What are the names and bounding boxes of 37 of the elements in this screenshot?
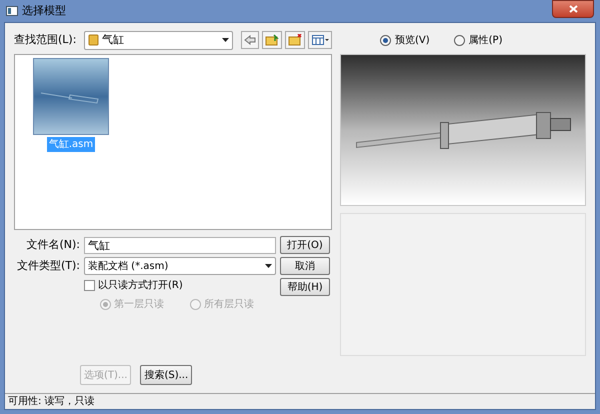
close-button[interactable] — [552, 0, 594, 18]
window-icon — [6, 5, 18, 17]
read-level-label: 第一层只读 — [114, 298, 164, 312]
look-in-dropdown[interactable]: 气缸 — [84, 30, 233, 50]
new-folder-button[interactable] — [285, 31, 305, 49]
checkbox[interactable] — [84, 280, 95, 291]
file-name-field[interactable]: 气缸 — [84, 236, 276, 254]
back-arrow-icon — [244, 35, 256, 45]
new-folder-icon — [288, 34, 302, 46]
folder-icon — [88, 34, 99, 46]
back-button[interactable] — [241, 31, 259, 49]
folder-up-icon — [265, 34, 279, 46]
search-button[interactable]: 搜索(S)... — [140, 365, 192, 385]
radio-button[interactable] — [454, 34, 465, 46]
status-bar-text: 可用性: 读写，只读 — [8, 394, 95, 409]
file-type-dropdown[interactable]: 装配文档 (*.asm) — [84, 257, 276, 275]
look-in-label: 查找范围(L): — [14, 32, 78, 48]
file-type-value: 装配文档 (*.asm) — [88, 260, 170, 274]
look-in-value: 气缸 — [102, 32, 125, 48]
view-option-label: 预览(V) — [395, 34, 430, 48]
file-type-label: 文件类型(T): — [16, 258, 80, 274]
open-button[interactable]: 打开(O) — [280, 236, 330, 254]
dropdown-arrow-icon — [222, 38, 229, 42]
radio-button[interactable] — [380, 34, 391, 46]
up-folder-button[interactable] — [262, 31, 282, 49]
file-name-label: 文件名(N): — [25, 236, 80, 253]
dropdown-arrow-icon — [265, 264, 272, 268]
close-icon — [568, 5, 578, 13]
read-level-label: 所有层只读 — [204, 298, 254, 312]
window-title: 选择模型 — [22, 2, 66, 19]
view-menu-button[interactable] — [308, 31, 332, 49]
view-list-icon — [312, 35, 328, 45]
view-option-label: 属性(P) — [468, 34, 502, 48]
cancel-button[interactable]: 取消 — [280, 257, 330, 275]
model-thumbnail[interactable] — [33, 58, 109, 135]
read-only-label: 以只读方式打开(R) — [98, 278, 183, 293]
help-button[interactable]: 帮助(H) — [280, 278, 330, 296]
